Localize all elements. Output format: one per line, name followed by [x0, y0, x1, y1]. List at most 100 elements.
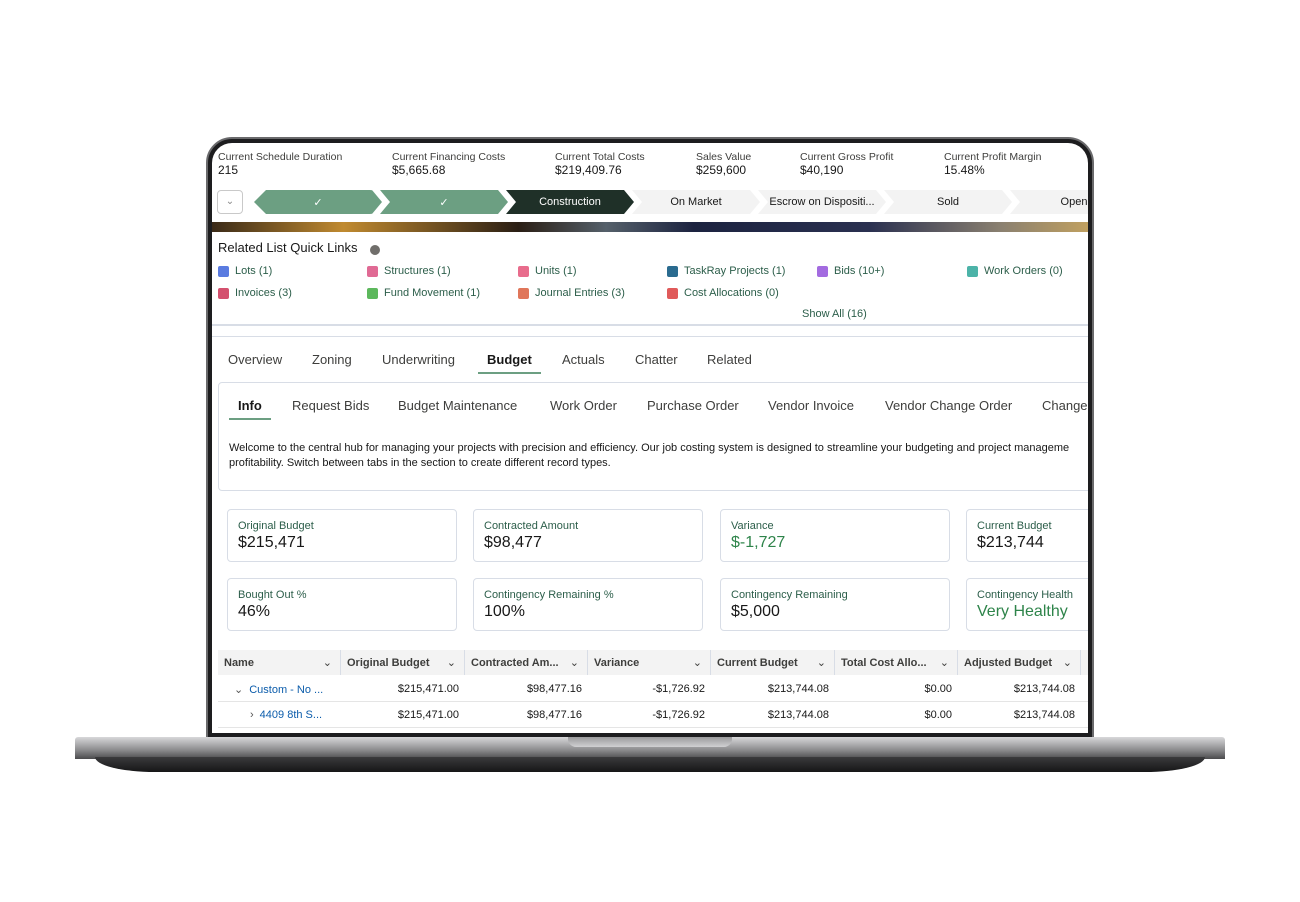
metric-card: Contingency Remaining % 100%: [473, 578, 703, 631]
column-label: Original Budget: [347, 656, 430, 669]
subtab[interactable]: Info: [229, 398, 271, 420]
table-cell: $98,477.16: [526, 683, 582, 695]
tab[interactable]: Budget: [478, 352, 541, 374]
column-header[interactable]: Current Budget ⌄: [711, 650, 835, 675]
stat-label: Current Gross Profit: [800, 151, 894, 163]
tab[interactable]: Zoning: [312, 352, 352, 367]
path-toggle-button[interactable]: ⌄: [217, 190, 243, 214]
stat-value: $40,190: [800, 163, 844, 177]
object-icon: [967, 265, 978, 277]
subtab[interactable]: Vendor Change Order: [885, 398, 1012, 413]
table-cell: $98,477.16: [526, 709, 582, 721]
tab[interactable]: Overview: [228, 352, 282, 367]
tab[interactable]: Related: [707, 352, 752, 367]
metric-card: Bought Out % 46%: [227, 578, 457, 631]
column-header[interactable]: Adjusted Budget ⌄: [958, 650, 1081, 675]
chevron-down-icon[interactable]: ⌄: [940, 656, 949, 669]
stat-value: $259,600: [696, 163, 747, 177]
quick-link[interactable]: Units (1): [518, 265, 577, 277]
table-row-name[interactable]: ⌄ Custom - No ...: [234, 683, 323, 696]
metric-card: Variance $-1,727: [720, 509, 950, 562]
metric-card: Contingency Remaining $5,000: [720, 578, 950, 631]
tab[interactable]: Underwriting: [382, 352, 455, 367]
column-header[interactable]: Total Cost Allo... ⌄: [835, 650, 958, 675]
metric-value: $215,471: [238, 534, 305, 551]
column-header[interactable]: Name ⌄: [218, 650, 341, 675]
tab[interactable]: Chatter: [635, 352, 678, 367]
metric-label: Variance: [731, 520, 774, 532]
chevron-right-icon[interactable]: ›: [250, 709, 254, 721]
record-link[interactable]: 4409 8th S...: [260, 709, 322, 721]
object-icon: [667, 287, 678, 299]
subtab[interactable]: Change: [1042, 398, 1088, 413]
subtab[interactable]: Purchase Order: [647, 398, 739, 413]
path-step[interactable]: On Market: [632, 190, 760, 214]
column-header[interactable]: Original Budget ⌄: [341, 650, 465, 675]
quick-link[interactable]: Work Orders (0): [967, 265, 1063, 277]
quick-link[interactable]: Structures (1): [367, 265, 451, 277]
table-cell: $213,744.08: [1013, 709, 1075, 721]
quick-link[interactable]: Journal Entries (3): [518, 287, 625, 299]
record-link[interactable]: Custom - No ...: [249, 684, 323, 696]
tab[interactable]: Actuals: [562, 352, 605, 367]
chevron-down-icon[interactable]: ⌄: [570, 656, 579, 669]
stat-value: $219,409.76: [555, 163, 622, 177]
subtab[interactable]: Work Order: [550, 398, 617, 413]
metric-card: Contracted Amount $98,477: [473, 509, 703, 562]
metric-label: Original Budget: [238, 520, 314, 532]
column-header[interactable]: Contracted Am... ⌄: [465, 650, 588, 675]
stat-value: $5,665.68: [392, 163, 446, 177]
quick-links-card: Related List Quick Links Lots (1) Structu…: [212, 232, 1088, 326]
path-step[interactable]: Construction: [506, 190, 634, 214]
stat-value: 15.48%: [944, 163, 985, 177]
header-stat: Current Profit Margin 15.48%: [944, 151, 1041, 177]
chevron-down-icon[interactable]: ⌄: [447, 656, 456, 669]
subtab[interactable]: Request Bids: [292, 398, 369, 413]
metric-label: Bought Out %: [238, 589, 307, 601]
banner-image: [212, 222, 1088, 232]
chevron-down-icon[interactable]: ⌄: [1063, 656, 1072, 669]
chevron-down-icon[interactable]: ⌄: [323, 656, 332, 669]
path-step[interactable]: Sold: [884, 190, 1012, 214]
metric-value: $98,477: [484, 534, 542, 551]
quick-link-label: Bids (10+): [834, 265, 885, 277]
header-stat: Current Financing Costs $5,665.68: [392, 151, 505, 177]
quick-link[interactable]: Lots (1): [218, 265, 272, 277]
column-header[interactable]: Variance ⌄: [588, 650, 711, 675]
chevron-down-icon[interactable]: ⌄: [234, 684, 243, 696]
quick-link[interactable]: TaskRay Projects (1): [667, 265, 785, 277]
object-icon: [367, 265, 378, 277]
metric-value: 100%: [484, 603, 525, 620]
metric-card: Original Budget $215,471: [227, 509, 457, 562]
chevron-down-icon[interactable]: ⌄: [693, 656, 702, 669]
stage-path: ✓ ✓ Construction On Market Escrow on Disposi…: [254, 190, 1088, 214]
path-step[interactable]: ✓: [254, 190, 382, 214]
info-icon: [370, 245, 380, 255]
row-divider: [218, 701, 1088, 702]
table-cell: -$1,726.92: [652, 709, 705, 721]
quick-link[interactable]: Cost Allocations (0): [667, 287, 779, 299]
table-cell: $213,744.08: [767, 709, 829, 721]
quick-link-label: Lots (1): [235, 265, 273, 277]
table-row-name[interactable]: › 4409 8th S...: [250, 709, 322, 721]
table-cell: $215,471.00: [397, 683, 459, 695]
object-icon: [667, 265, 678, 277]
quick-link-label: Work Orders (0): [984, 265, 1063, 277]
quick-link[interactable]: Bids (10+): [817, 265, 884, 277]
subtab[interactable]: Budget Maintenance: [398, 398, 517, 413]
metric-label: Current Budget: [977, 520, 1052, 532]
metric-value: Very Healthy: [977, 603, 1068, 620]
show-all-link[interactable]: Show All (16): [802, 308, 867, 320]
object-icon: [367, 287, 378, 299]
metric-value: $-1,727: [731, 534, 786, 551]
path-step[interactable]: Open: [1010, 190, 1088, 214]
column-label: Name: [224, 656, 254, 669]
path-step[interactable]: ✓: [380, 190, 508, 214]
quick-link[interactable]: Invoices (3): [218, 287, 292, 299]
metric-value: $213,744: [977, 534, 1044, 551]
table-cell: $215,471.00: [397, 709, 459, 721]
quick-link[interactable]: Fund Movement (1): [367, 287, 480, 299]
chevron-down-icon[interactable]: ⌄: [817, 656, 826, 669]
subtab[interactable]: Vendor Invoice: [768, 398, 854, 413]
path-step[interactable]: Escrow on Dispositi...: [758, 190, 886, 214]
